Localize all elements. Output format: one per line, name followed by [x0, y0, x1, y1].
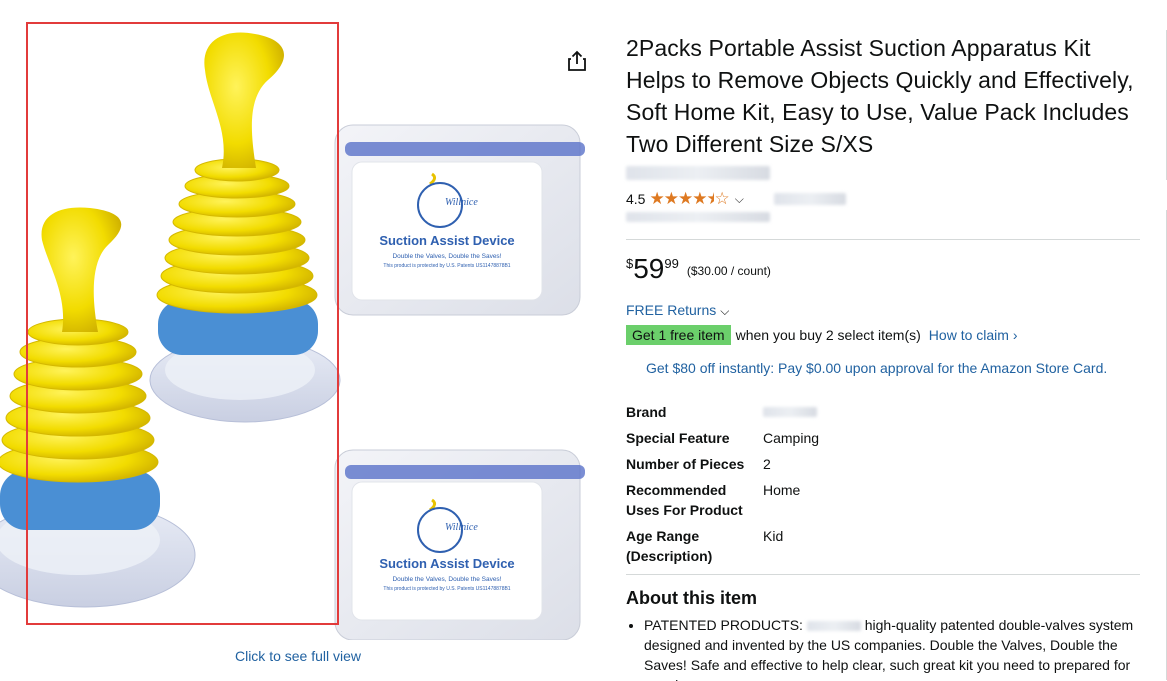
how-to-claim-link[interactable]: How to claim ›: [929, 327, 1018, 343]
store-card-offer-link[interactable]: Get $80 off instantly: Pay $0.00 upon ap…: [646, 360, 1146, 376]
brand-name-redacted: [806, 621, 861, 632]
box-label-tagline: Double the Valves, Double the Saves!: [392, 253, 501, 260]
ratings-count-redacted[interactable]: [773, 193, 846, 205]
chevron-down-icon: ⌵: [720, 304, 730, 318]
promo-badge: Get 1 free item: [626, 325, 731, 345]
purchase-stats-redacted: [626, 212, 770, 222]
feature-bullet: PATENTED PRODUCTS: high-quality patented…: [644, 615, 1138, 681]
box-brand-text: Willnice: [445, 522, 478, 533]
rating-row[interactable]: 4.5 ★★★★★☆ ⌵: [626, 189, 1146, 209]
storage-box-top: Willnice Suction Assist Device Double th…: [334, 124, 585, 316]
full-view-link[interactable]: Click to see full view: [0, 648, 596, 664]
spec-value: Kid: [763, 528, 784, 544]
spec-table: Brand Special Feature Camping Number of …: [626, 402, 819, 572]
price-whole: 59: [633, 253, 665, 284]
bullet-prefix: PATENTED PRODUCTS:: [644, 617, 803, 633]
spec-row-special-feature: Special Feature Camping: [626, 428, 819, 454]
spec-value: [763, 402, 819, 428]
star-rating-icon[interactable]: ★★★★★☆: [649, 189, 729, 209]
spec-value: 2: [763, 456, 771, 472]
spec-key: Age Range (Description): [626, 528, 713, 564]
divider: [626, 239, 1140, 240]
box-label-patent: This product is protected by U.S. Patent…: [383, 586, 510, 592]
spec-key: Brand: [626, 404, 667, 420]
price-fraction: 99: [664, 256, 679, 271]
spec-row-age-range: Age Range (Description) Kid: [626, 526, 819, 572]
spec-value: Home: [763, 482, 801, 498]
spec-key: Special Feature: [626, 430, 730, 446]
box-label-title: Suction Assist Device: [379, 233, 514, 248]
promo-text: when you buy 2 select item(s): [735, 327, 921, 343]
divider: [626, 574, 1140, 575]
box-label-tagline: Double the Valves, Double the Saves!: [392, 576, 501, 583]
spec-value: Camping: [763, 430, 820, 446]
promotion-row: Get 1 free item when you buy 2 select it…: [626, 324, 1146, 346]
product-details: 2Packs Portable Assist Suction Apparatus…: [626, 32, 1146, 681]
box-label-patent: This product is protected by U.S. Patent…: [383, 263, 510, 269]
price-symbol: $: [626, 256, 634, 271]
feature-bullets: PATENTED PRODUCTS: high-quality patented…: [626, 615, 1138, 681]
product-title: 2Packs Portable Assist Suction Apparatus…: [626, 35, 1134, 157]
spec-key: Recommended Uses For Product: [626, 482, 743, 518]
price: $ 59 99 ($30.00 / count): [626, 254, 1146, 288]
box-brand-text: Willnice: [445, 197, 478, 208]
chevron-down-icon[interactable]: ⌵: [735, 192, 744, 207]
spec-key: Number of Pieces: [626, 456, 745, 472]
spec-row-brand: Brand: [626, 402, 819, 428]
box-label-title: Suction Assist Device: [379, 556, 514, 571]
selection-highlight: [26, 22, 339, 625]
about-heading: About this item: [626, 588, 757, 608]
free-returns-link[interactable]: FREE Returns ⌵: [626, 302, 729, 319]
spec-row-number-of-pieces: Number of Pieces 2: [626, 454, 819, 480]
share-icon[interactable]: [566, 50, 588, 72]
rating-value: 4.5: [626, 191, 646, 207]
price-per-unit: ($30.00 / count): [686, 264, 771, 278]
image-gallery: Willnice Suction Assist Device Double th…: [0, 0, 600, 681]
free-returns-label: FREE Returns: [626, 302, 717, 318]
brand-value-redacted: [763, 407, 817, 417]
storage-box-bottom: Willnice Suction Assist Device Double th…: [334, 449, 585, 640]
brand-store-link-redacted[interactable]: [626, 166, 770, 180]
spec-row-recommended-uses: Recommended Uses For Product Home: [626, 480, 819, 526]
